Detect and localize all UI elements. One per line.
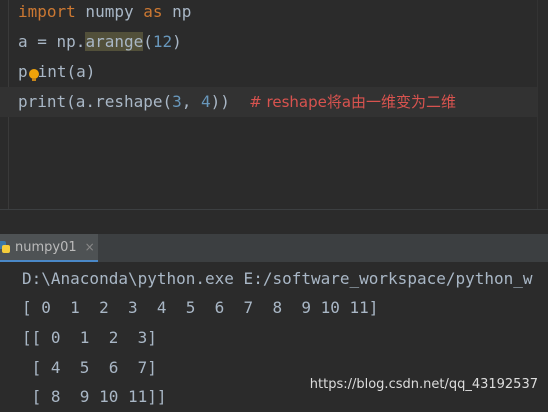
editor-scrollbar[interactable] (537, 0, 548, 209)
close-icon[interactable]: × (85, 240, 95, 254)
python-icon (0, 241, 10, 253)
code-text: p (18, 62, 28, 81)
code-editor[interactable]: import numpy as np a = np.arange(12) p in… (0, 0, 548, 209)
method-arange: arange (85, 32, 144, 51)
code-text: print(a.reshape( (18, 92, 173, 111)
code-line-2[interactable]: a = np.arange(12) (18, 27, 182, 57)
number-literal: 3 (172, 92, 182, 111)
keyword-import: import (18, 2, 76, 21)
run-tab-bar: numpy01 × (0, 234, 548, 263)
code-line-4[interactable]: print(a.reshape(3, 4)) # reshape将a由一维变为二… (0, 87, 548, 117)
console-output-line: [ 0 1 2 3 4 5 6 7 8 9 10 11] (22, 298, 379, 317)
code-comment: # reshape将a由一维变为二维 (249, 93, 457, 111)
lightbulb-icon[interactable] (29, 69, 39, 81)
code-line-1[interactable]: import numpy as np (18, 0, 191, 27)
code-text: numpy (75, 2, 144, 21)
console-output-line: [[ 0 1 2 3] (22, 328, 157, 347)
code-text: int(a) (37, 62, 96, 81)
run-tab-label: numpy01 (15, 239, 77, 255)
keyword-as: as (143, 2, 163, 21)
watermark-text: https://blog.csdn.net/qq_43192537 (309, 377, 538, 392)
code-text: , (181, 92, 202, 111)
panel-splitter[interactable] (0, 209, 548, 235)
code-text: a = np. (18, 32, 86, 51)
console-output-line: [ 4 5 6 7] (22, 358, 157, 377)
code-text: np (162, 2, 192, 21)
console-command-line: D:\Anaconda\python.exe E:/software_works… (22, 269, 533, 288)
number-literal: 12 (152, 32, 173, 51)
code-text: ) (172, 32, 182, 51)
code-text: )) (210, 92, 230, 111)
console-output-line: [ 8 9 10 11]] (22, 387, 167, 406)
number-literal: 4 (201, 92, 211, 111)
code-text: ( (143, 32, 153, 51)
run-tab-numpy01[interactable]: numpy01 × (0, 234, 98, 262)
